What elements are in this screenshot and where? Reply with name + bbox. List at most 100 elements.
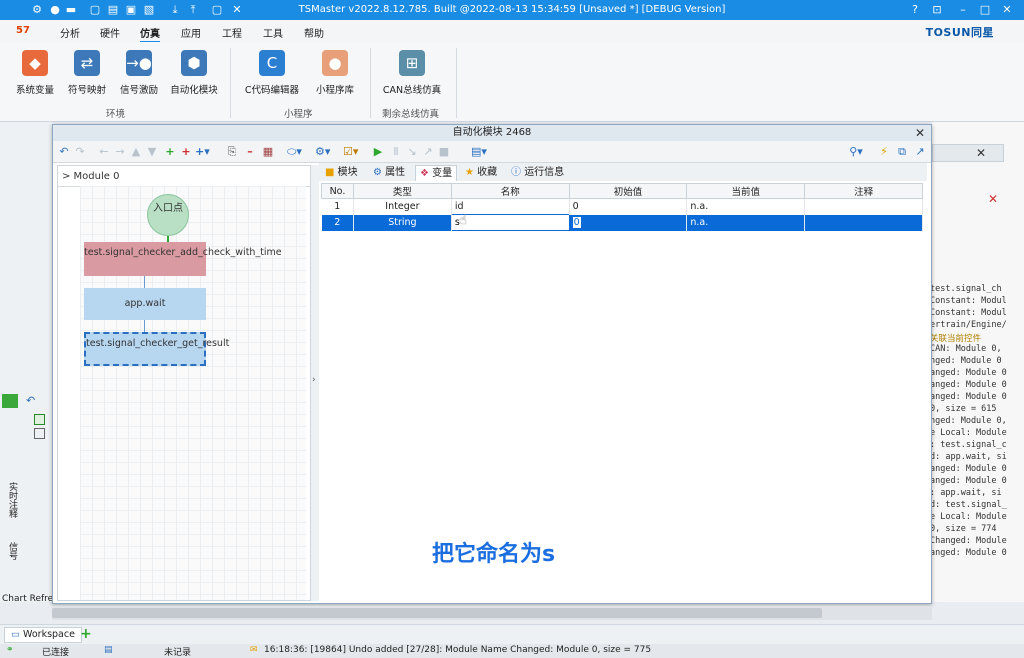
horizontal-scrollbar[interactable] [52, 606, 932, 620]
lightning-icon[interactable]: ⚡ [877, 144, 891, 160]
menu-simulation[interactable]: 仿真 [140, 25, 160, 43]
minimize-icon[interactable]: – [956, 3, 970, 17]
record-status-icon: ▤ [104, 645, 113, 655]
column-header[interactable]: 注释 [804, 183, 923, 199]
column-header[interactable]: 名称 [450, 183, 570, 199]
system-variables-button[interactable]: ◆ 系统变量 [10, 50, 60, 96]
add-workspace-icon[interactable]: + [80, 626, 92, 642]
entry-node[interactable]: 入口点 [147, 194, 189, 236]
delete-icon[interactable]: – [243, 144, 257, 160]
view-icon[interactable]: ⬭▾ [287, 144, 302, 160]
chevron-right-icon[interactable]: › [312, 375, 316, 385]
menu-application[interactable]: 应用 [181, 25, 201, 40]
undo-icon[interactable]: ↶ [57, 144, 71, 160]
tab-module[interactable]: ■ 模块 [321, 165, 362, 181]
tab-variables[interactable]: ❖ 变量 [415, 165, 458, 181]
check-list-icon[interactable]: ☑▾ [343, 144, 358, 160]
tab-run-info[interactable]: ⓘ 运行信息 [507, 165, 568, 181]
automation-module-button[interactable]: ⬢ 自动化模块 [166, 50, 222, 96]
step-out-icon[interactable]: ↗ [421, 144, 435, 160]
applet-library-button[interactable]: ● 小程序库 [308, 50, 362, 96]
type-cell[interactable]: String [353, 214, 452, 231]
undo-icon[interactable]: ↶ [26, 394, 35, 407]
back-icon[interactable]: ← [97, 144, 111, 160]
export-icon[interactable]: ▤▾ [471, 144, 487, 160]
tab-properties[interactable]: ⚙ 属性 [369, 165, 409, 181]
column-header[interactable]: 类型 [352, 183, 452, 199]
comment-cell[interactable] [804, 198, 923, 215]
flow-node-signal-checker-get-result[interactable]: test.signal_checker_get_result [84, 332, 229, 366]
pane-splitter[interactable]: › [311, 165, 319, 601]
ribbon-separator [456, 48, 457, 118]
up-icon[interactable]: ▲ [129, 144, 143, 160]
step-icon[interactable]: ↘ [405, 144, 419, 160]
log-line: nged: Module 0 [930, 356, 1002, 366]
side-delete-icon[interactable]: ✕ [988, 192, 998, 206]
current-value-cell: n.a. [686, 198, 806, 215]
settings-icon[interactable]: ⚙▾ [315, 144, 330, 160]
panel-toggle-icon[interactable] [2, 394, 18, 408]
module-breadcrumb[interactable]: > Module 0 [62, 171, 119, 182]
vertical-tab-signal[interactable]: 信号 [6, 542, 19, 560]
menu-analysis[interactable]: 分析 [60, 25, 80, 40]
add-child-icon[interactable]: + [179, 144, 193, 160]
external-link-icon[interactable]: ↗ [913, 144, 927, 160]
pause-icon[interactable]: Ⅱ [389, 144, 403, 160]
vertical-tab-realtime[interactable]: 实时注释 [6, 482, 19, 518]
type-cell[interactable]: Integer [353, 198, 452, 215]
c-code-editor-button[interactable]: C C代码编辑器 [240, 50, 304, 96]
checkbox-icon[interactable] [34, 428, 45, 439]
column-header[interactable]: 初始值 [568, 183, 688, 199]
menu-help[interactable]: 帮助 [304, 25, 324, 40]
symbol-mapping-button[interactable]: ⇄ 符号映射 [62, 50, 112, 96]
grid-header-row: No. 类型 名称 初始值 当前值 注释 [321, 183, 923, 199]
menu-project[interactable]: 工程 [222, 25, 242, 40]
add-after-icon[interactable]: +▾ [195, 144, 210, 160]
side-close-icon[interactable]: ✕ [976, 146, 986, 160]
add-icon[interactable]: + [163, 144, 177, 160]
flow-node-app-wait[interactable]: app.wait [84, 288, 206, 320]
search-icon[interactable]: ⚲▾ [849, 144, 863, 160]
menu-tools[interactable]: 工具 [263, 25, 283, 40]
flow-node-signal-checker-add[interactable]: test.signal_checker_add_check_with_time [84, 242, 282, 276]
can-bus-simulation-button[interactable]: ⊞ CAN总线仿真 [378, 50, 446, 96]
dialog-close-icon[interactable]: ✕ [915, 125, 925, 141]
workspace-tab[interactable]: ▭ Workspace [4, 627, 82, 643]
tab-favorites[interactable]: ★ 收藏 [461, 165, 501, 181]
copy-icon[interactable]: ⎘ [225, 144, 239, 160]
run-icon[interactable]: ▶ [371, 144, 385, 160]
window-close-icon[interactable]: ✕ [1000, 3, 1014, 17]
log-line: nged: Module 0, [930, 416, 1007, 426]
name-cell[interactable]: id [451, 198, 570, 215]
restore-icon[interactable]: ⊡ [930, 3, 944, 17]
name-cell-editing[interactable]: s [450, 214, 570, 231]
menu-bar: 57 分析 硬件 仿真 应用 工程 工具 帮助 TOSUN同星 [0, 20, 1024, 43]
comment-cell[interactable] [804, 214, 923, 231]
flow-canvas[interactable]: 入口点 test.signal_checker_add_check_with_t… [80, 186, 306, 600]
log-line: d: test.signal_ [930, 500, 1007, 510]
app-logo[interactable]: 57 [16, 25, 30, 36]
redo-icon[interactable]: ↷ [73, 144, 87, 160]
layout-icon[interactable]: ⧉ [895, 144, 909, 160]
down-icon[interactable]: ▼ [145, 144, 159, 160]
star-icon: ★ [465, 167, 474, 178]
log-line: Changed: Module [930, 536, 1007, 546]
stop-icon[interactable]: ■ [437, 144, 451, 160]
signal-stimulus-button[interactable]: →● 信号激励 [114, 50, 164, 96]
scrollbar-thumb[interactable] [52, 608, 822, 618]
forward-icon[interactable]: → [113, 144, 127, 160]
column-header[interactable]: No. [321, 183, 354, 199]
table-row[interactable]: 1 Integer id 0 n.a. [321, 198, 923, 215]
system-variables-icon: ◆ [22, 50, 48, 76]
help-icon[interactable]: ? [908, 3, 922, 17]
table-row[interactable]: 2 String s 0 n.a. [321, 214, 923, 231]
dialog-toolbar: ↶ ↷ ← → ▲ ▼ + + +▾ ⎘ – ▦ ⬭▾ ⚙▾ ☑▾ ▶ Ⅱ ↘ … [53, 141, 931, 163]
column-header[interactable]: 当前值 [686, 183, 806, 199]
menu-hardware[interactable]: 硬件 [100, 25, 120, 40]
clear-icon[interactable]: ▦ [261, 144, 275, 160]
initial-value-cell[interactable]: 0 [569, 214, 688, 231]
initial-value-cell[interactable]: 0 [569, 198, 688, 215]
checkbox-icon[interactable] [34, 414, 45, 425]
chart-reference-label: Chart Refre [2, 594, 54, 604]
maximize-icon[interactable]: □ [978, 3, 992, 17]
